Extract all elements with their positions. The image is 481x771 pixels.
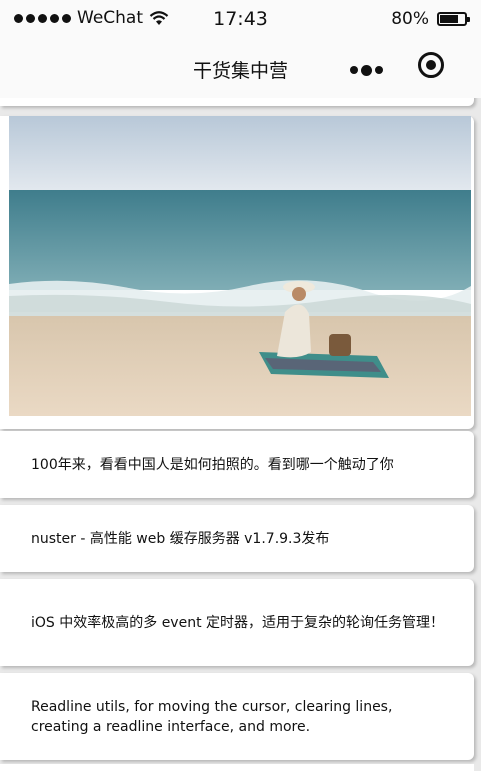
battery-group: 80% xyxy=(391,9,470,29)
battery-percent: 80% xyxy=(391,9,429,29)
status-bar: WeChat 17:43 80% xyxy=(0,0,481,38)
next-item-peek xyxy=(0,764,474,771)
article-item[interactable]: nuster - 高性能 web 缓存服务器 v1.7.9.3发布 xyxy=(0,505,474,572)
beach-photo xyxy=(9,116,471,416)
article-title: 100年来，看看中国人是如何拍照的。看到哪一个触动了你 xyxy=(31,456,394,473)
feed-list[interactable]: 100年来，看看中国人是如何拍照的。看到哪一个触动了你 nuster - 高性能… xyxy=(0,98,481,771)
article-item[interactable]: iOS 中效率极高的多 event 定时器，适用于复杂的轮询任务管理！ xyxy=(0,579,474,666)
battery-fill xyxy=(440,15,458,23)
article-item[interactable]: 100年来，看看中国人是如何拍照的。看到哪一个触动了你 xyxy=(0,431,474,498)
page-title: 干货集中营 xyxy=(192,60,288,82)
article-title: Readline utils, for moving the cursor, c… xyxy=(31,698,393,735)
more-dots-icon[interactable] xyxy=(350,62,386,78)
close-target-icon[interactable] xyxy=(418,52,444,78)
article-title: iOS 中效率极高的多 event 定时器，适用于复杂的轮询任务管理！ xyxy=(31,614,445,631)
article-title: nuster - 高性能 web 缓存服务器 v1.7.9.3发布 xyxy=(31,530,330,547)
battery-icon xyxy=(437,12,470,26)
navigation-bar: 干货集中营 xyxy=(0,38,481,98)
list-item[interactable] xyxy=(0,98,474,106)
article-item[interactable]: Readline utils, for moving the cursor, c… xyxy=(0,673,474,760)
image-card[interactable] xyxy=(0,116,474,429)
